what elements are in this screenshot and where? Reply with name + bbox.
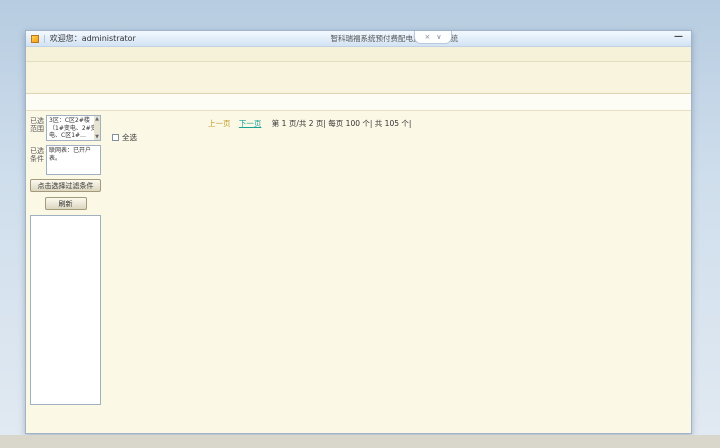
scrollbar[interactable]: ▲▼	[94, 116, 100, 140]
scroll-down-icon: ▼	[95, 134, 99, 140]
close-icon[interactable]: ×	[425, 33, 431, 41]
titlebar-divider: |	[43, 34, 46, 43]
content-area: 已选范围 3区：C区2#楼（1#变电、2#变电、C区1#… ▲▼ 已选条件 联网…	[26, 111, 691, 433]
title-bar: | 欢迎您：administrator 智科瑞福系统预付费配电监控管理系统 × …	[26, 31, 691, 47]
page-info: 第 1 页/共 2 页| 每页 100 个| 共 105 个|	[272, 119, 412, 128]
ribbon	[26, 62, 691, 94]
refresh-button[interactable]: 刷新	[45, 197, 87, 210]
condition-box[interactable]: 联网表：已开户表。	[46, 145, 101, 175]
prev-page-link[interactable]: 上一页	[208, 119, 231, 128]
panel-collapse-control[interactable]: × ∨	[414, 31, 452, 44]
document-tabs	[26, 94, 691, 111]
action-buttons: 全选	[112, 132, 137, 143]
select-all-label: 全选	[122, 132, 137, 143]
range-label: 已选范围	[30, 115, 44, 141]
range-box[interactable]: 3区：C区2#楼（1#变电、2#变电、C区1#… ▲▼	[46, 115, 101, 141]
next-page-link[interactable]: 下一页	[239, 119, 262, 128]
welcome-text: 欢迎您：administrator	[50, 33, 136, 44]
building-tree	[30, 215, 101, 405]
bottom-strip	[0, 435, 720, 448]
chevron-down-icon[interactable]: ∨	[436, 33, 441, 41]
meter-card-grid	[112, 151, 686, 429]
pagination: 上一页 下一页 第 1 页/共 2 页| 每页 100 个| 共 105 个|	[208, 118, 411, 129]
select-all[interactable]: 全选	[112, 132, 137, 143]
app-icon	[31, 35, 39, 43]
choose-filter-button[interactable]: 点击选择过滤条件	[30, 179, 101, 192]
meter-panel: 上一页 下一页 第 1 页/共 2 页| 每页 100 个| 共 105 个| …	[104, 111, 691, 433]
menu-bar	[26, 47, 691, 62]
scroll-up-icon: ▲	[95, 116, 99, 122]
app-window: | 欢迎您：administrator 智科瑞福系统预付费配电监控管理系统 × …	[25, 30, 692, 434]
filter-sidebar: 已选范围 3区：C区2#楼（1#变电、2#变电、C区1#… ▲▼ 已选条件 联网…	[26, 111, 104, 433]
condition-label: 已选条件	[30, 145, 44, 175]
desktop-background: | 欢迎您：administrator 智科瑞福系统预付费配电监控管理系统 × …	[0, 0, 720, 448]
toolbar: 上一页 下一页 第 1 页/共 2 页| 每页 100 个| 共 105 个| …	[104, 111, 691, 151]
select-all-checkbox[interactable]	[112, 134, 119, 141]
minimize-button[interactable]: —	[674, 32, 683, 42]
